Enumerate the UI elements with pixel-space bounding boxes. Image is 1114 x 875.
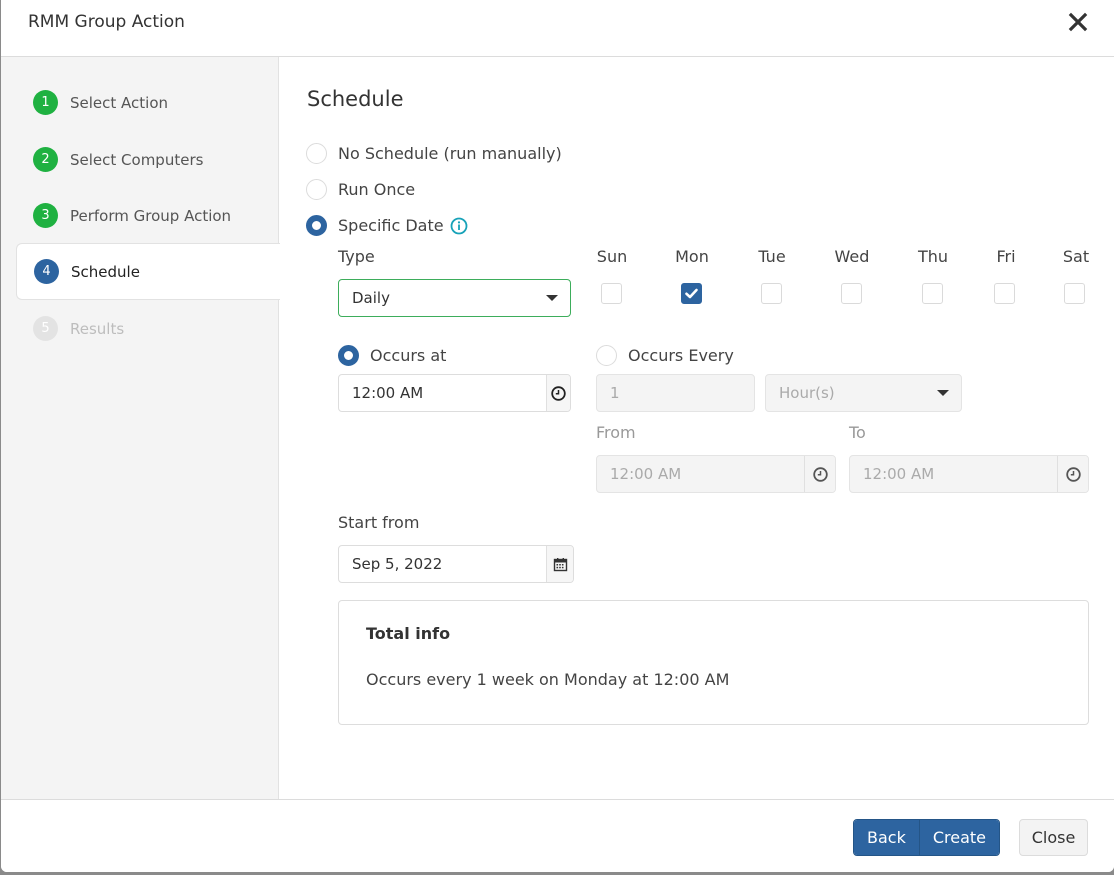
step-number-badge: 5 (33, 316, 58, 341)
step-select-action[interactable]: 1 Select Action (16, 74, 280, 131)
day-label-fri: Fri (996, 247, 1016, 266)
total-info-title: Total info (366, 624, 451, 643)
day-label-mon: Mon (675, 247, 709, 266)
occurs-every-number-field[interactable] (597, 375, 754, 411)
checkbox-sun[interactable] (601, 283, 622, 304)
start-from-date-field[interactable] (339, 546, 546, 582)
checkbox-sat[interactable] (1064, 283, 1085, 304)
occurs-every-number-stepper[interactable]: + − (596, 374, 755, 412)
occurs-at-time-field[interactable] (339, 375, 546, 411)
back-button[interactable]: Back (854, 820, 919, 855)
day-label-sun: Sun (596, 247, 628, 266)
step-label: Results (70, 319, 125, 338)
day-label-tue: Tue (758, 247, 786, 266)
start-from-label: Start from (338, 513, 420, 532)
step-number-badge: 3 (33, 203, 58, 228)
section-title: Schedule (307, 87, 404, 111)
step-label: Schedule (71, 262, 140, 281)
radio-no-schedule[interactable]: No Schedule (run manually) (306, 143, 562, 164)
dialog-header: RMM Group Action (1, 0, 1114, 57)
radio-button[interactable] (306, 143, 327, 164)
radio-button[interactable] (338, 345, 359, 366)
radio-button[interactable] (306, 179, 327, 200)
day-label-thu: Thu (917, 247, 949, 266)
day-label-wed: Wed (834, 247, 870, 266)
radio-button[interactable] (596, 345, 617, 366)
step-label: Perform Group Action (70, 206, 232, 225)
close-button[interactable]: Close (1019, 819, 1088, 856)
to-label: To (849, 423, 866, 442)
type-label: Type (338, 247, 375, 266)
occurs-at-time-input[interactable] (338, 374, 571, 412)
chevron-down-icon (937, 390, 949, 396)
radio-occurs-at[interactable]: Occurs at (338, 345, 446, 366)
from-time-input[interactable] (596, 455, 836, 493)
total-info-summary: Occurs every 1 week on Monday at 12:00 A… (366, 670, 730, 689)
chevron-down-icon (546, 295, 558, 301)
step-perform-group-action[interactable]: 3 Perform Group Action (16, 187, 280, 244)
radio-label: Occurs Every (628, 346, 734, 365)
unit-select-value: Hour(s) (779, 384, 835, 402)
step-results: 5 Results (16, 300, 280, 357)
from-label: From (596, 423, 636, 442)
radio-run-once[interactable]: Run Once (306, 179, 415, 200)
step-label: Select Computers (70, 150, 204, 169)
checkmark-icon (685, 288, 698, 299)
rmm-group-action-dialog: RMM Group Action 1 Select Action 2 Selec… (1, 0, 1114, 872)
radio-label: No Schedule (run manually) (338, 144, 562, 163)
checkbox-mon[interactable] (681, 283, 702, 304)
step-number-badge: 1 (33, 90, 58, 115)
type-select-value: Daily (352, 289, 390, 307)
clock-icon[interactable] (804, 456, 835, 492)
wizard-nav-button-group: Back Create (853, 819, 1001, 856)
start-from-date-input[interactable] (338, 545, 574, 583)
to-time-field[interactable] (850, 456, 1057, 492)
step-number-badge: 4 (34, 259, 59, 284)
step-select-computers[interactable]: 2 Select Computers (16, 131, 280, 188)
from-time-field[interactable] (597, 456, 804, 492)
wizard-steps-sidebar: 1 Select Action 2 Select Computers 3 Per… (1, 57, 280, 799)
checkbox-fri[interactable] (994, 283, 1015, 304)
occurs-every-unit-select[interactable]: Hour(s) (765, 374, 962, 412)
to-time-input[interactable] (849, 455, 1089, 493)
total-info-panel: Total info Occurs every 1 week on Monday… (338, 600, 1089, 725)
checkbox-tue[interactable] (761, 283, 782, 304)
checkbox-wed[interactable] (841, 283, 862, 304)
step-number-badge: 2 (33, 147, 58, 172)
radio-button[interactable] (306, 215, 327, 236)
clock-icon[interactable] (1057, 456, 1088, 492)
radio-specific-date[interactable]: Specific Date (306, 215, 468, 236)
dialog-footer: Back Create Close (1, 799, 1114, 872)
step-schedule[interactable]: 4 Schedule (16, 243, 280, 300)
type-select[interactable]: Daily (338, 279, 571, 317)
step-label: Select Action (70, 93, 169, 112)
calendar-icon[interactable] (546, 546, 573, 582)
info-icon[interactable] (450, 217, 468, 235)
radio-label: Specific Date (338, 216, 444, 235)
clock-icon[interactable] (546, 375, 570, 411)
schedule-panel: Schedule No Schedule (run manually) Run … (280, 57, 1114, 799)
close-x-icon[interactable] (1064, 8, 1092, 36)
dialog-title: RMM Group Action (28, 12, 185, 32)
checkbox-thu[interactable] (922, 283, 943, 304)
create-button[interactable]: Create (918, 820, 1000, 855)
radio-label: Occurs at (370, 346, 447, 365)
radio-label: Run Once (338, 180, 416, 199)
day-label-sat: Sat (1062, 247, 1090, 266)
radio-occurs-every[interactable]: Occurs Every (596, 345, 734, 366)
